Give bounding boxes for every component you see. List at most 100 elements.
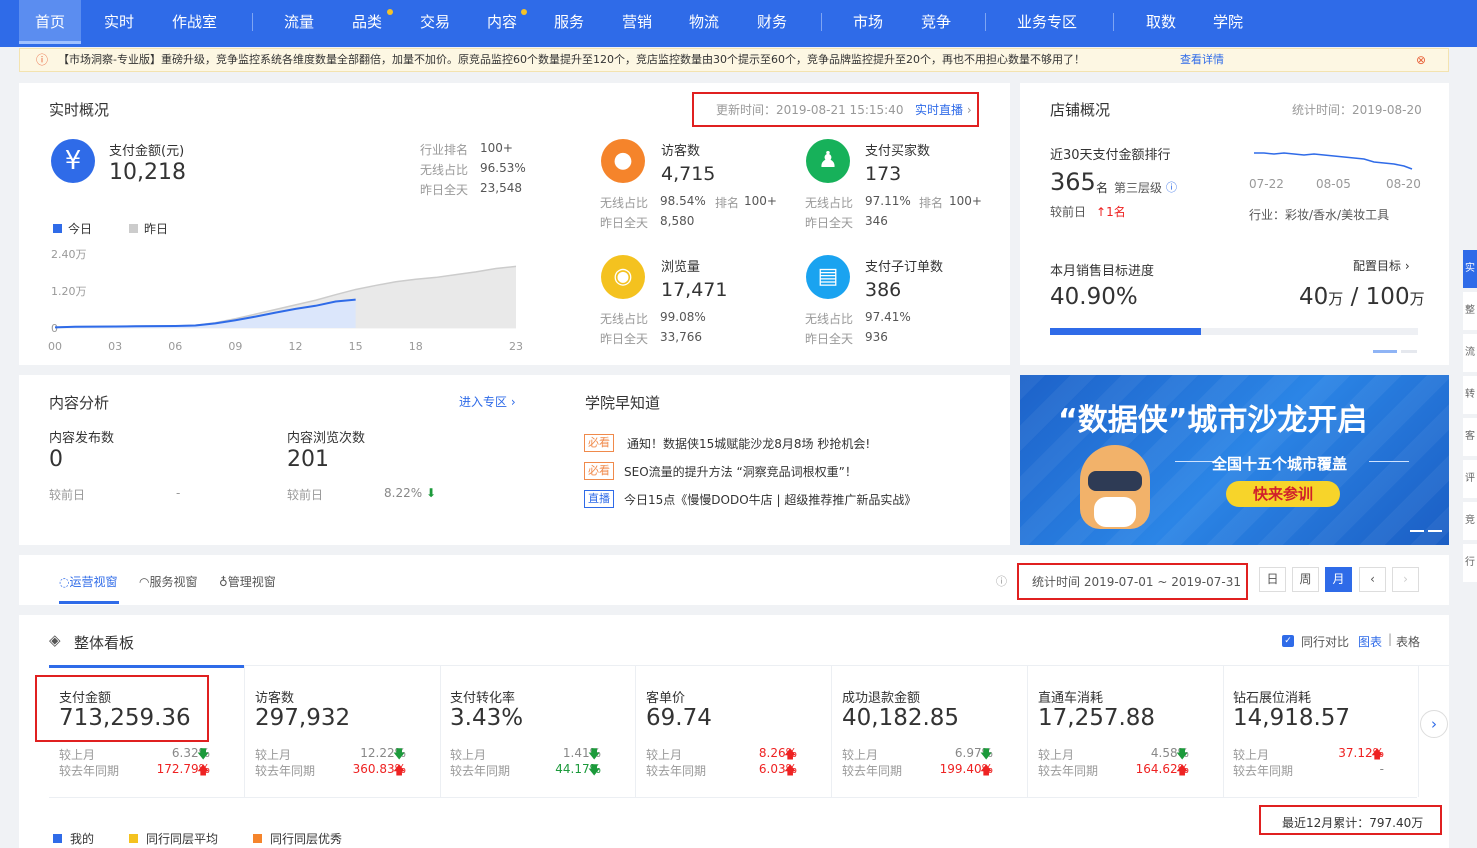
x-tick-label: 15 <box>349 340 363 353</box>
peer-compare-checkbox[interactable]: ✓ <box>1282 635 1294 647</box>
clipboard-icon: ▤ <box>806 255 850 299</box>
metric-value: 69.74 <box>646 705 712 731</box>
yoy-arrow-icon: 🡅 <box>784 763 797 777</box>
academy-item[interactable]: 通知！数据侠15城赋能沙龙8月8场 秒抢机会! <box>627 435 870 452</box>
legend-mine[interactable]: 我的 <box>53 830 94 847</box>
wireless-label: 无线占比 <box>420 163 469 177</box>
metric-name: 客单价 <box>646 691 686 706</box>
nav-item-home[interactable]: 首页 <box>19 0 82 44</box>
info-icon[interactable]: ⓘ <box>996 573 1007 589</box>
enter-zone-link[interactable]: 进入专区 › <box>459 393 516 410</box>
metric-card[interactable]: 钻石展位消耗 14,918.57 较上月 37.12% 🡅 较去年同期 - <box>1223 665 1419 797</box>
yoy-value: - <box>1379 762 1384 776</box>
yoy-label: 较去年同期 <box>59 764 120 778</box>
side-tab[interactable]: 流 <box>1463 334 1477 372</box>
notice-detail-link[interactable]: 查看详情 <box>1180 49 1224 71</box>
help-icon[interactable]: ⓘ <box>1166 179 1177 195</box>
period-month-button[interactable]: 月 <box>1325 567 1352 592</box>
buyers-wireless: 97.11% <box>865 194 911 208</box>
legend-peer-avg[interactable]: 同行同层平均 <box>129 830 218 847</box>
visitors-wireless-label: 无线占比 <box>600 196 649 210</box>
content-card: 内容分析 进入专区 › 内容发布数 0 较前日 - 内容浏览次数 201 较前日… <box>19 375 1010 545</box>
pager-dot[interactable] <box>1401 350 1417 353</box>
peer-compare-label: 同行对比 <box>1301 635 1350 649</box>
rank-title: 近30天支付金额排行 <box>1050 148 1171 163</box>
yoy-label: 较去年同期 <box>1233 764 1294 778</box>
nav-item-marketing[interactable]: 营销 <box>622 0 652 44</box>
pv-yday-label: 昨日全天 <box>600 332 649 346</box>
nav-item-content[interactable]: 内容 <box>487 0 517 44</box>
side-tab[interactable]: 实 <box>1463 250 1477 288</box>
board-title: 整体看板 <box>74 634 135 652</box>
side-tab[interactable]: 整 <box>1463 292 1477 330</box>
x-tick-label: 09 <box>228 340 242 353</box>
highlight-box <box>1259 805 1442 835</box>
metric-name: 成功退款金额 <box>842 691 921 706</box>
highlight-box <box>35 675 209 742</box>
publish-value: 0 <box>49 447 63 472</box>
must-see-tag: 必看 <box>584 434 614 452</box>
tab-management[interactable]: ♁管理视窗 <box>219 573 276 590</box>
view-table-link[interactable]: 表格 <box>1396 633 1420 650</box>
metric-card[interactable]: 访客数 297,932 较上月 12.22% 🡇 较去年同期 360.83% 🡅 <box>245 665 441 797</box>
yoy-arrow-icon: 🡇 <box>588 763 601 777</box>
metric-card[interactable]: 直通车消耗 17,257.88 较上月 4.58% 🡇 较去年同期 164.62% 🡅 <box>1028 665 1224 797</box>
yoy-label: 较去年同期 <box>1038 764 1099 778</box>
y-tick-label: 2.40万 <box>51 248 87 261</box>
rank-unit: 名 <box>1096 181 1109 195</box>
pv-wireless: 99.08% <box>660 310 706 324</box>
nav-item-realtime[interactable]: 实时 <box>104 0 134 44</box>
side-nav: 实整流转客评竞行 <box>1463 250 1477 582</box>
tab-service[interactable]: ◠服务视窗 <box>139 573 198 590</box>
nav-item-service[interactable]: 服务 <box>554 0 584 44</box>
tab-operations[interactable]: ◌运营视窗 <box>59 573 118 590</box>
banner-cta-button[interactable]: 快来参训 <box>1226 481 1340 507</box>
yday-value: 23,548 <box>480 181 522 195</box>
nav-item-market[interactable]: 市场 <box>853 0 883 44</box>
legend-today[interactable]: 今日 <box>53 220 92 237</box>
period-day-button[interactable]: 日 <box>1259 567 1286 592</box>
close-icon[interactable]: ⊗ <box>1416 49 1426 71</box>
nav-item-data-fetch[interactable]: 取数 <box>1146 0 1176 44</box>
nav-item-warroom[interactable]: 作战室 <box>172 0 217 44</box>
pager-dot-active[interactable] <box>1373 350 1397 353</box>
academy-item[interactable]: SEO流量的提升方法 “洞察竞品词根权重”！ <box>624 463 857 480</box>
footprint-icon: ● <box>601 139 645 183</box>
academy-item[interactable]: 今日15点《慢慢DODO牛店 | 超级推荐推广新品实战》 <box>624 491 916 508</box>
legend-peer-best[interactable]: 同行同层优秀 <box>253 830 342 847</box>
nav-item-competition[interactable]: 竞争 <box>921 0 951 44</box>
side-tab[interactable]: 客 <box>1463 418 1477 456</box>
promo-banner[interactable]: “数据侠”城市沙龙开启 全国十五个城市覆盖 快来参训 <box>1020 375 1449 545</box>
nav-item-category[interactable]: 品类 <box>352 0 382 44</box>
nav-item-academy[interactable]: 学院 <box>1213 0 1243 44</box>
realtime-trend-chart: 2.40万1.20万000 03 06 09 12 15 18 23 <box>48 248 523 353</box>
side-tab[interactable]: 评 <box>1463 460 1477 498</box>
side-tab[interactable]: 竞 <box>1463 502 1477 540</box>
x-tick-label: 12 <box>289 340 303 353</box>
next-period-button[interactable]: › <box>1392 567 1419 592</box>
nav-item-business-zone[interactable]: 业务专区 <box>1017 0 1077 44</box>
deer-mascot-icon <box>1080 445 1150 529</box>
side-tab[interactable]: 行 <box>1463 544 1477 582</box>
view-chart-link[interactable]: 图表 <box>1358 633 1382 650</box>
nav-item-finance[interactable]: 财务 <box>757 0 787 44</box>
metric-card[interactable]: 客单价 69.74 较上月 8.26% 🡅 较去年同期 6.03% 🡅 <box>636 665 832 797</box>
top-nav: 首页 实时 作战室 流量 品类 交易 内容 服务 营销 物流 财务 市场 竞争 … <box>0 0 1477 47</box>
target-title: 本月销售目标进度 <box>1050 264 1155 279</box>
pv-value: 17,471 <box>661 279 728 301</box>
pv-label: 浏览量 <box>661 260 701 275</box>
rank-sparkline <box>1254 152 1413 170</box>
yoy-label: 较去年同期 <box>646 764 707 778</box>
metric-card[interactable]: 支付转化率 3.43% 较上月 1.41% 🡇 较去年同期 44.17% 🡇 <box>440 665 636 797</box>
prev-period-button[interactable]: ‹ <box>1359 567 1386 592</box>
next-metrics-button[interactable]: › <box>1420 710 1448 738</box>
legend-yesterday[interactable]: 昨日 <box>129 220 168 237</box>
nav-item-traffic[interactable]: 流量 <box>284 0 314 44</box>
period-week-button[interactable]: 周 <box>1292 567 1319 592</box>
nav-item-logistics[interactable]: 物流 <box>689 0 719 44</box>
side-tab[interactable]: 转 <box>1463 376 1477 414</box>
metric-card[interactable]: 成功退款金额 40,182.85 较上月 6.97% 🡇 较去年同期 199.40% 🡅 <box>832 665 1028 797</box>
nav-item-trade[interactable]: 交易 <box>420 0 450 44</box>
config-target-link[interactable]: 配置目标 › <box>1353 257 1410 274</box>
spark-x-mid: 08-05 <box>1316 177 1351 191</box>
